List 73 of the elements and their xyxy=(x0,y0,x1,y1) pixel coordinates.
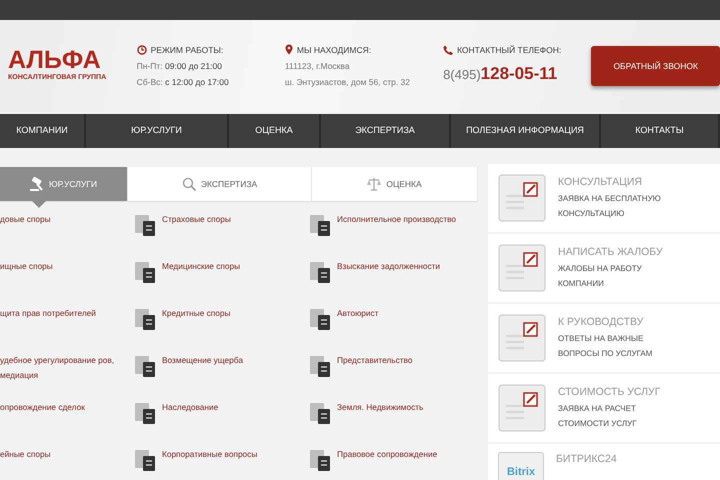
tab[interactable]: ОЦЕНКА xyxy=(312,167,478,201)
service-link[interactable]: Страховые споры xyxy=(130,212,305,259)
card-title: КОНСУЛЬТАЦИЯ xyxy=(558,174,643,190)
service-link[interactable]: Взыскание задолженности xyxy=(305,259,480,306)
info-title: РЕЖИМ РАБОТЫ: xyxy=(150,44,224,57)
nav-link[interactable]: ЭКСПЕРТИЗА xyxy=(321,114,451,148)
card-subtitle: ОТВЕТЫ НА ВАЖНЫЕ ВОПРОСЫ ПО УСЛУГАМ xyxy=(558,332,654,360)
form-edit-icon xyxy=(498,384,546,432)
phone-icon xyxy=(443,44,454,55)
document-icon xyxy=(309,259,333,284)
gavel-icon xyxy=(30,177,44,191)
working-hours: Сб-Вс: с 12:00 до 17:00 xyxy=(136,76,230,90)
form-edit-icon xyxy=(498,174,546,222)
document-icon xyxy=(309,447,333,472)
service-link[interactable]: довые споры xyxy=(0,212,130,259)
document-icon xyxy=(134,447,158,472)
service-link[interactable]: Возмещение ущерба xyxy=(130,353,305,400)
document-icon xyxy=(309,212,333,237)
card-subtitle: ЖАЛОБЫ НА РАБОТУ КОМПАНИИ xyxy=(558,262,643,290)
card-title: БИТРИКС24 xyxy=(556,452,617,467)
service-link[interactable]: Корпоративные вопросы xyxy=(130,447,305,480)
service-link[interactable]: Наследование xyxy=(130,400,305,447)
nav-link[interactable]: ПОЛЕЗНАЯ ИНФОРМАЦИЯ xyxy=(451,114,601,148)
document-icon xyxy=(134,353,158,378)
card-title: СТОИМОСТЬ УСЛУГ xyxy=(558,384,662,400)
nav-link[interactable]: КОМПАНИИ xyxy=(0,114,86,148)
service-link[interactable]: опровождение сделок xyxy=(0,400,130,447)
service-link[interactable]: щита прав потребителей xyxy=(0,306,130,353)
callback-button[interactable]: ОБРАТНЫЙ ЗВОНОК xyxy=(591,46,720,86)
document-icon xyxy=(134,259,158,284)
document-icon xyxy=(309,353,333,378)
service-link[interactable]: ейные споры xyxy=(0,447,130,480)
document-icon xyxy=(134,400,158,425)
phone-number[interactable]: 128-05-11 xyxy=(480,58,558,90)
clock-icon xyxy=(136,44,147,55)
search-icon xyxy=(182,177,196,191)
sidebar-card[interactable]: НАПИСАТЬ ЖАЛОБУ ЖАЛОБЫ НА РАБОТУ КОМПАНИИ xyxy=(488,234,720,302)
phone-code: 8(495) xyxy=(443,66,481,84)
document-icon xyxy=(309,306,333,331)
service-link[interactable]: удебное урегулирование ров, медиация xyxy=(0,353,130,400)
card-title: К РУКОВОДСТВУ xyxy=(558,314,644,330)
nav-link[interactable]: ОЦЕНКА xyxy=(229,114,321,148)
service-link[interactable]: Исполнительное производство xyxy=(305,212,480,259)
document-icon xyxy=(134,212,158,237)
address-line: ш. Энтузиастов, дом 56, стр. 32 xyxy=(284,76,411,90)
logo-text: АЛЬФА xyxy=(8,48,101,74)
info-title: МЫ НАХОДИМСЯ: xyxy=(296,44,372,57)
scales-icon xyxy=(367,177,382,191)
service-link[interactable]: Земля. Недвижимость xyxy=(305,400,480,447)
document-icon xyxy=(134,306,158,331)
sidebar-card[interactable]: КОНСУЛЬТАЦИЯ ЗАЯВКА НА БЕСПЛАТНУЮ КОНСУЛЬТАЦИЮ xyxy=(488,164,720,232)
service-link[interactable]: Автоюрист xyxy=(305,306,480,353)
sidebar-card[interactable]: СТОИМОСТЬ УСЛУГ ЗАЯВКА НА РАСЧЕТ СТОИМОСТИ УСЛУГ xyxy=(488,374,720,442)
service-link[interactable]: Представительство xyxy=(305,353,480,400)
service-link[interactable]: Медицинские споры xyxy=(130,259,305,306)
service-link[interactable]: ищные споры xyxy=(0,259,130,306)
working-hours: Пн-Пт: 09:00 до 21:00 xyxy=(136,60,223,73)
card-title: НАПИСАТЬ ЖАЛОБУ xyxy=(558,244,664,260)
card-subtitle: ЗАЯВКА НА БЕСПЛАТНУЮ КОНСУЛЬТАЦИЮ xyxy=(558,192,662,220)
card-subtitle: ЗАЯВКА НА РАСЧЕТ СТОИМОСТИ УСЛУГ xyxy=(558,402,638,430)
nav-link[interactable]: КОНТАКТЫ xyxy=(601,114,720,148)
form-edit-icon xyxy=(498,244,546,292)
sidebar-card[interactable]: К РУКОВОДСТВУ ОТВЕТЫ НА ВАЖНЫЕ ВОПРОСЫ ПО УСЛУГАМ xyxy=(488,304,720,372)
service-link[interactable]: Правовое сопровождение xyxy=(305,447,480,480)
info-title: КОНТАКТНЫЙ ТЕЛЕФОН: xyxy=(457,44,562,57)
service-link[interactable]: Кредитные споры xyxy=(130,306,305,353)
document-icon xyxy=(309,400,333,425)
bitrix-logo: Bitrix xyxy=(498,452,544,480)
location-pin-icon xyxy=(284,44,293,56)
form-edit-icon xyxy=(498,314,546,362)
address-line: 111123, г.Москва xyxy=(284,60,351,73)
nav-link[interactable]: ЮР.УСЛУГИ xyxy=(86,114,229,148)
tab[interactable]: ЭКСПЕРТИЗА xyxy=(128,167,312,201)
